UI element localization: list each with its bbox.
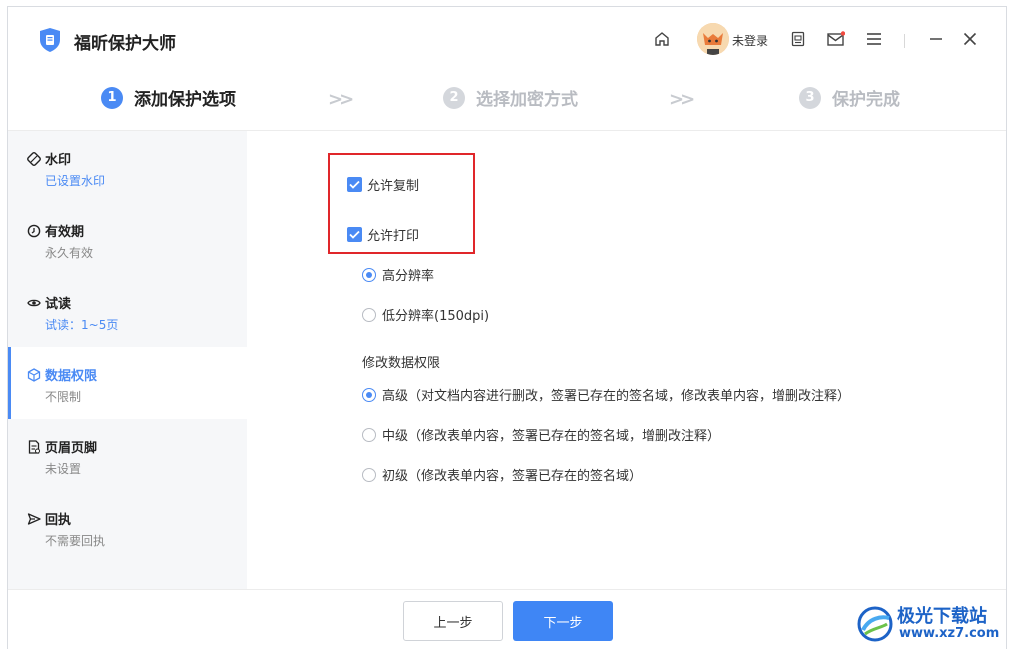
- step-chevron-icon: >>: [669, 89, 695, 110]
- header-footer-icon: [27, 439, 41, 454]
- print-low-resolution-radio[interactable]: 低分辨率(150dpi): [362, 305, 489, 324]
- allow-print-label: 允许打印: [367, 229, 420, 244]
- sidebar-item-title: 页眉页脚: [27, 437, 97, 456]
- sidebar: 水印 已设置水印 有效期 永久有效 试读 试读：1~5页 数据权限 不限制 页眉…: [8, 131, 247, 589]
- app-logo-icon: [38, 27, 62, 53]
- menu-icon[interactable]: [864, 29, 884, 49]
- mail-icon[interactable]: [826, 29, 846, 49]
- radio-unselected-icon: [362, 307, 376, 322]
- allow-copy-checkbox[interactable]: 允许复制: [347, 175, 419, 194]
- modify-permission-heading: 修改数据权限: [362, 356, 441, 371]
- step-chevron-icon: >>: [328, 89, 354, 110]
- step-label: 选择加密方式: [476, 90, 578, 110]
- sidebar-item-title: 水印: [27, 149, 71, 168]
- modify-level-medium-label: 中级（修改表单内容，签署已存在的签名域，增删改注释）: [382, 429, 721, 444]
- print-low-resolution-label: 低分辨率(150dpi): [382, 309, 490, 324]
- watermark-logo-icon: [857, 606, 893, 642]
- avatar[interactable]: [697, 23, 729, 55]
- checkmark-icon: [347, 177, 362, 192]
- sidebar-item-validity[interactable]: 有效期 永久有效: [8, 203, 247, 275]
- watermark-icon: [27, 151, 41, 166]
- print-high-resolution-radio[interactable]: 高分辨率: [362, 265, 434, 284]
- step-label: 添加保护选项: [134, 90, 236, 110]
- modify-level-high-radio[interactable]: 高级（对文档内容进行删改，签署已存在的签名域，修改表单内容，增删改注释）: [362, 385, 850, 404]
- titlebar-divider: [904, 34, 905, 48]
- previous-step-button[interactable]: 上一步: [403, 601, 503, 641]
- app-title: 福昕保护大师: [74, 34, 176, 54]
- sidebar-item-label: 试读: [45, 297, 72, 312]
- clock-icon: [27, 224, 41, 238]
- sidebar-item-preview[interactable]: 试读 试读：1~5页: [8, 275, 247, 347]
- app-window: 福昕保护大师 未登录 1 添加保护选项 >> 2 选择加密方式 >> 3 保护完…: [7, 6, 1007, 649]
- modify-level-low-radio[interactable]: 初级（修改表单内容，签署已存在的签名域）: [362, 465, 642, 484]
- permission-panel: 允许复制 允许打印 高分辨率 低分辨率(150dpi) 修改数据权限 高级（对文…: [247, 131, 1007, 589]
- step-3: 3 保护完成: [799, 85, 900, 110]
- step-number: 3: [799, 86, 821, 109]
- cube-icon: [27, 367, 41, 382]
- modify-level-medium-radio[interactable]: 中级（修改表单内容，签署已存在的签名域，增删改注释）: [362, 425, 720, 444]
- sidebar-item-status: 不需要回执: [45, 534, 106, 548]
- title-bar: 福昕保护大师 未登录: [8, 7, 1006, 73]
- sidebar-item-header-footer[interactable]: 页眉页脚 未设置: [8, 419, 247, 491]
- sidebar-item-data-permission[interactable]: 数据权限 不限制: [8, 347, 247, 419]
- radio-selected-icon: [362, 267, 376, 282]
- sidebar-item-watermark[interactable]: 水印 已设置水印: [8, 131, 247, 203]
- step-indicator: 1 添加保护选项 >> 2 选择加密方式 >> 3 保护完成: [8, 73, 1006, 131]
- sidebar-item-status: 未设置: [45, 462, 82, 476]
- sidebar-item-title: 有效期: [27, 221, 84, 240]
- home-icon[interactable]: [652, 29, 672, 49]
- sidebar-item-title: 试读: [27, 293, 71, 312]
- modify-level-high-label: 高级（对文档内容进行删改，签署已存在的签名域，修改表单内容，增删改注释）: [382, 389, 851, 404]
- sidebar-item-label: 页眉页脚: [45, 441, 98, 456]
- sidebar-item-status: 试读：1~5页: [45, 318, 119, 332]
- sidebar-item-label: 数据权限: [45, 369, 98, 384]
- radio-unselected-icon: [362, 467, 376, 482]
- sidebar-item-title: 数据权限: [27, 365, 97, 384]
- allow-print-checkbox[interactable]: 允许打印: [347, 225, 419, 244]
- radio-selected-icon: [362, 387, 376, 402]
- watermark-title: 极光下载站: [897, 606, 987, 627]
- step-number: 2: [443, 86, 465, 109]
- eye-icon: [27, 296, 41, 310]
- sidebar-item-title: 回执: [27, 509, 71, 528]
- site-watermark: 极光下载站 www.xz7.com: [855, 600, 1010, 650]
- radio-unselected-icon: [362, 427, 376, 442]
- sidebar-item-label: 有效期: [45, 225, 85, 240]
- modify-level-low-label: 初级（修改表单内容，签署已存在的签名域）: [382, 469, 643, 484]
- document-icon[interactable]: [788, 29, 808, 49]
- checkmark-icon: [347, 227, 362, 242]
- minimize-icon[interactable]: [926, 29, 946, 49]
- send-icon: [27, 512, 41, 526]
- close-icon[interactable]: [960, 29, 980, 49]
- allow-copy-label: 允许复制: [367, 179, 420, 194]
- step-2: 2 选择加密方式: [443, 85, 578, 110]
- watermark-url: www.xz7.com: [899, 626, 1000, 641]
- sidebar-item-status: 已设置水印: [45, 174, 106, 188]
- sidebar-item-receipt[interactable]: 回执 不需要回执: [8, 491, 247, 563]
- print-high-resolution-label: 高分辨率: [382, 269, 435, 284]
- sidebar-item-label: 回执: [45, 513, 72, 528]
- step-label: 保护完成: [832, 90, 900, 110]
- sidebar-item-status: 永久有效: [45, 246, 94, 260]
- step-number: 1: [101, 86, 123, 109]
- sidebar-item-label: 水印: [45, 153, 72, 168]
- sidebar-item-status: 不限制: [45, 390, 82, 404]
- next-step-button[interactable]: 下一步: [513, 601, 613, 641]
- step-1: 1 添加保护选项: [101, 85, 236, 110]
- login-status[interactable]: 未登录: [732, 32, 768, 49]
